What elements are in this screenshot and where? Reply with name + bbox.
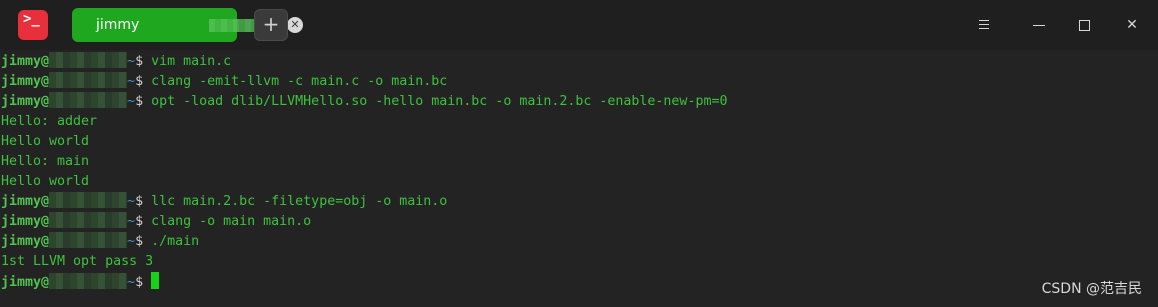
maximize-icon[interactable] [1073,14,1095,36]
prompt-line: jimmy@ ~$ opt -load dlib/LLVMHello.so -he… [1,92,727,112]
hostname-redaction [49,273,128,289]
prompt-line: jimmy@ ~$ ./main [1,232,199,252]
text-cursor [151,272,160,289]
prompt-symbol: $ [135,54,152,69]
prompt-user: jimmy@ [1,234,50,249]
hostname-redaction [49,72,128,88]
watermark: CSDN @范吉民 [1041,281,1142,297]
output-line: Hello world [1,174,90,189]
output-line: Hello world [1,134,90,149]
command-text: clang -emit-llvm -c main.c -o main.bc [151,74,448,89]
output-line: Hello: main [1,154,90,169]
prompt-symbol: $ [135,194,152,209]
tab-close-icon[interactable]: ✕ [287,17,303,33]
prompt-symbol: $ [135,94,152,109]
terminal-output-area[interactable]: jimmy@ ~$ vim main.c jimmy@ ~$ clang -emit-… [0,52,1158,307]
command-text: opt -load dlib/LLVMHello.so -hello main.… [151,94,728,109]
prompt-user: jimmy@ [1,194,50,209]
prompt-user: jimmy@ [1,275,50,290]
prompt-user: jimmy@ [1,54,50,69]
command-text: clang -o main main.o [151,214,312,229]
prompt-path: ~ [127,214,136,229]
minimize-icon[interactable] [1028,14,1050,36]
prompt-user: jimmy@ [1,214,50,229]
prompt-line: jimmy@ ~$ clang -o main main.o [1,212,311,232]
hostname-redaction [49,92,128,108]
terminal-glyph: >_ [23,11,40,27]
tab-active[interactable]: jimmy ~ ✕ [72,8,303,42]
hostname-redaction [49,52,128,68]
prompt-path: ~ [127,74,136,89]
command-text: ./main [151,234,200,249]
output-line: 1st LLVM opt pass 3 [1,254,154,269]
hostname-redaction [49,232,128,248]
prompt-user: jimmy@ [1,74,50,89]
prompt-user: jimmy@ [1,94,50,109]
output-line: Hello: adder [1,114,98,129]
title-bar: >_ jimmy ~ ✕ + ✕ [0,0,1158,50]
prompt-symbol: $ [135,214,152,229]
command-text: llc main.2.bc -filetype=obj -o main.o [151,194,448,209]
hostname-redaction [49,212,128,228]
close-window-icon[interactable]: ✕ [1121,14,1143,36]
prompt-path: ~ [127,234,136,249]
prompt-path: ~ [127,275,136,290]
prompt-path: ~ [127,54,136,69]
prompt-line: jimmy@ ~$ llc main.2.bc -filetype=obj -o … [1,192,447,212]
prompt-line: jimmy@ ~$ vim main.c [1,52,231,72]
prompt-line: jimmy@ ~$ clang -emit-llvm -c main.c -o m… [1,72,447,92]
hostname-redaction [49,192,128,208]
prompt-symbol: $ [135,234,152,249]
prompt-line: jimmy@ ~$ [1,272,160,292]
add-tab-button[interactable]: + [254,9,288,41]
prompt-path: ~ [127,194,136,209]
command-text: vim main.c [151,54,232,69]
prompt-symbol: $ [135,74,152,89]
terminal-window: >_ jimmy ~ ✕ + ✕ jimmy@~$ vim main.cjimm… [0,0,1158,307]
prompt-symbol: $ [135,275,152,290]
terminal-app-icon[interactable]: >_ [18,10,48,40]
tab-label: jimmy [96,17,140,33]
hamburger-menu-icon[interactable] [973,14,995,36]
prompt-path: ~ [127,94,136,109]
